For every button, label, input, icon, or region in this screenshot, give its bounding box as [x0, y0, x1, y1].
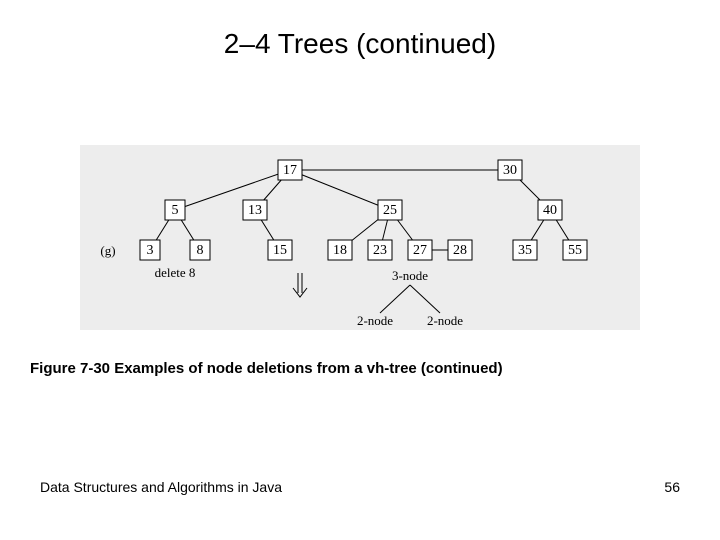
node-30: 30 — [503, 163, 517, 178]
tree-node: 27 — [408, 240, 432, 260]
legend-2node-right: 2-node — [427, 313, 463, 328]
footer-book-title: Data Structures and Algorithms in Java — [40, 479, 282, 495]
node-55: 55 — [568, 243, 582, 258]
legend-3node: 3-node — [392, 268, 428, 283]
action-label: delete 8 — [155, 265, 196, 280]
node-17: 17 — [283, 163, 297, 178]
node-40: 40 — [543, 203, 557, 218]
tree-node: 40 — [538, 200, 562, 220]
panel-label: (g) — [100, 243, 115, 258]
tree-node: 35 — [513, 240, 537, 260]
figure-caption: Figure 7-30 Examples of node deletions f… — [30, 360, 503, 377]
page-number: 56 — [664, 479, 680, 495]
node-3: 3 — [147, 243, 154, 258]
node-5: 5 — [172, 203, 179, 218]
node-13: 13 — [248, 203, 262, 218]
tree-node: 17 — [278, 160, 302, 180]
tree-node: 28 — [448, 240, 472, 260]
tree-node: 18 — [328, 240, 352, 260]
node-35: 35 — [518, 243, 532, 258]
node-25: 25 — [383, 203, 397, 218]
tree-node: 3 — [140, 240, 160, 260]
tree-node: 8 — [190, 240, 210, 260]
tree-node: 23 — [368, 240, 392, 260]
node-15: 15 — [273, 243, 287, 258]
node-27: 27 — [413, 243, 427, 258]
tree-node: 5 — [165, 200, 185, 220]
tree-node: 55 — [563, 240, 587, 260]
down-arrow-icon — [293, 273, 307, 297]
tree-node: 25 — [378, 200, 402, 220]
tree-node: 30 — [498, 160, 522, 180]
node-23: 23 — [373, 243, 387, 258]
tree-node: 15 — [268, 240, 292, 260]
legend-2node-left: 2-node — [357, 313, 393, 328]
page-title: 2–4 Trees (continued) — [0, 0, 720, 60]
node-8: 8 — [197, 243, 204, 258]
tree-node: 13 — [243, 200, 267, 220]
node-28: 28 — [453, 243, 467, 258]
node-18: 18 — [333, 243, 347, 258]
figure-panel: 17 30 5 13 25 40 3 8 15 18 23 27 — [80, 145, 640, 330]
